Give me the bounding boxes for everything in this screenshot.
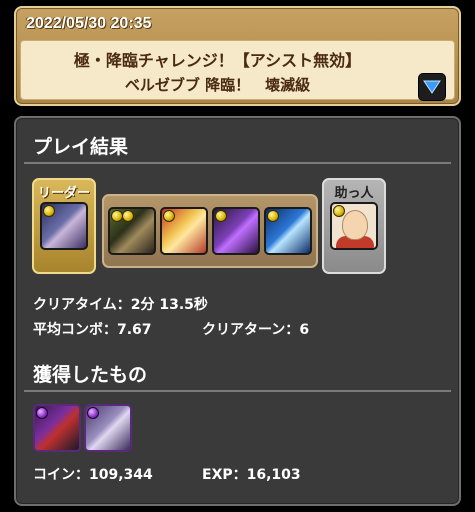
attribute-orb-icon: [87, 407, 99, 419]
attribute-orb-icon: [215, 210, 227, 222]
attribute-orb-icon: [43, 205, 55, 217]
helper-monster-card[interactable]: [330, 202, 378, 250]
dungeon-header: 2022/05/30 20:35 極・降臨チャレンジ！【アシスト無効】 ベルゼブ…: [14, 6, 461, 106]
results-panel: プレイ結果 リーダー 助っ人 クリアタイム：2分 13.5秒 平均コンボ：7.6…: [14, 116, 461, 506]
helper-label: 助っ人: [334, 186, 374, 201]
clear-time-stat: クリアタイム：2分 13.5秒: [33, 294, 208, 314]
sub-monster-card[interactable]: [212, 207, 260, 255]
clear-turns-label: クリアターン：: [202, 322, 300, 338]
play-results-title: プレイ結果: [33, 136, 129, 158]
attribute-orb-icon: [267, 210, 279, 222]
attribute-orb-icon: [333, 205, 345, 217]
helper-portrait-face: [342, 210, 368, 240]
sub-monster-card[interactable]: [108, 207, 156, 255]
coin-value: 109,344: [89, 467, 153, 483]
leader-label: リーダー: [37, 186, 90, 201]
avg-combo-stat: 平均コンボ：7.67: [33, 319, 152, 339]
leader-monster-card[interactable]: [40, 202, 88, 250]
rewards-title: 獲得したもの: [33, 364, 148, 386]
sub-monster-card[interactable]: [160, 207, 208, 255]
coin-stat: コイン：109,344: [33, 464, 153, 484]
dungeon-subtitle: ベルゼブブ 降臨！ 壊滅級: [124, 76, 311, 94]
expand-button[interactable]: [418, 73, 446, 101]
clear-turns-value: 6: [299, 322, 310, 338]
reward-monster-card[interactable]: [84, 404, 132, 452]
avg-combo-label: 平均コンボ：: [33, 322, 117, 338]
exp-label: EXP：: [202, 467, 247, 483]
attribute-orb-icon: [122, 210, 134, 222]
sub-monster-card[interactable]: [264, 207, 312, 255]
sub-monsters-group: [102, 194, 318, 268]
coin-label: コイン：: [33, 467, 89, 483]
exp-stat: EXP：16,103: [202, 464, 301, 484]
reward-monster-card[interactable]: [33, 404, 81, 452]
clear-turns-stat: クリアターン：6: [202, 319, 309, 339]
avg-combo-value: 7.67: [117, 322, 152, 338]
divider: [24, 162, 451, 164]
clear-time-value: 2分 13.5秒: [130, 297, 208, 313]
exp-value: 16,103: [246, 467, 301, 483]
divider: [24, 390, 451, 392]
dungeon-title: 極・降臨チャレンジ！【アシスト無効】: [73, 51, 362, 70]
leader-slot[interactable]: リーダー: [32, 178, 96, 274]
attribute-orb-icon: [163, 210, 175, 222]
play-datetime: 2022/05/30 20:35: [26, 15, 152, 32]
attribute-orb-icon: [36, 407, 48, 419]
helper-slot[interactable]: 助っ人: [322, 178, 386, 274]
triangle-down-icon: [423, 80, 441, 94]
clear-time-label: クリアタイム：: [33, 297, 131, 313]
dungeon-title-box: 極・降臨チャレンジ！【アシスト無効】 ベルゼブブ 降臨！ 壊滅級: [20, 40, 455, 101]
